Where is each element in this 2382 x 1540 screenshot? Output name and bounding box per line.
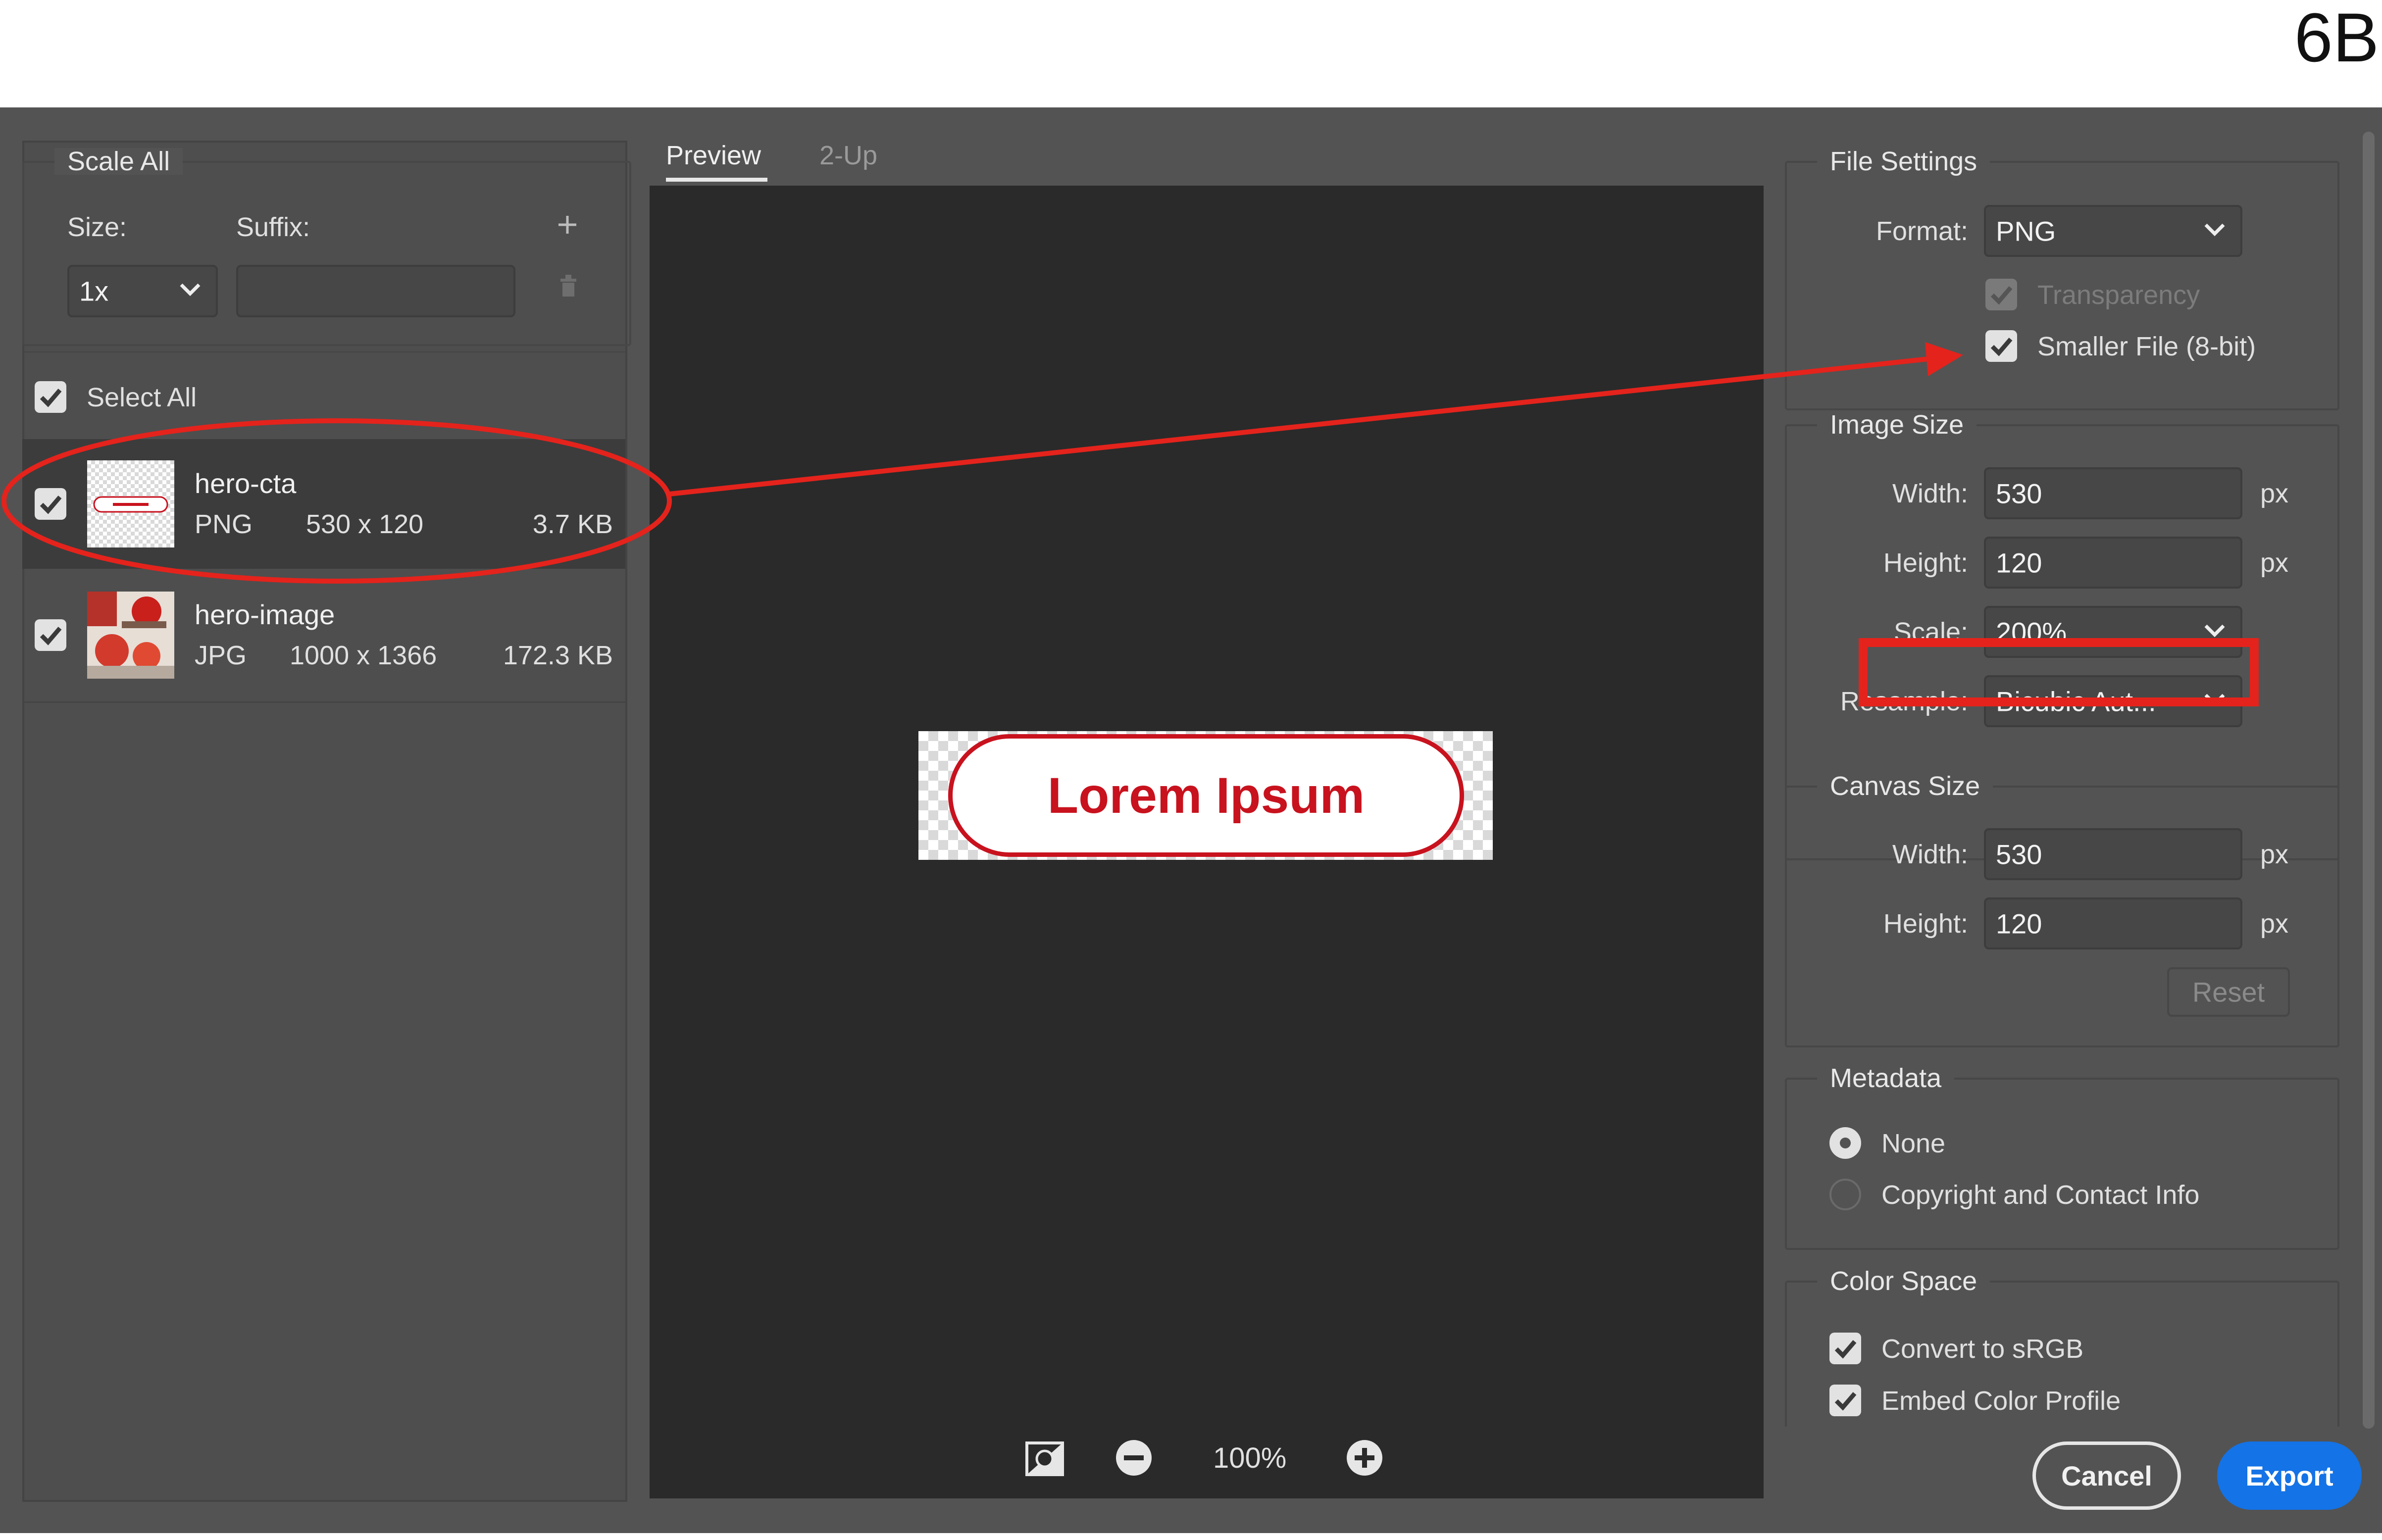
annotation-overlay: [1, 342, 2259, 706]
annotation-arrowhead: [1925, 342, 1963, 376]
annotation-ellipse: [1, 418, 672, 584]
annotation-rectangle: [1859, 638, 2259, 706]
annotation-arrow-line: [669, 356, 1929, 497]
